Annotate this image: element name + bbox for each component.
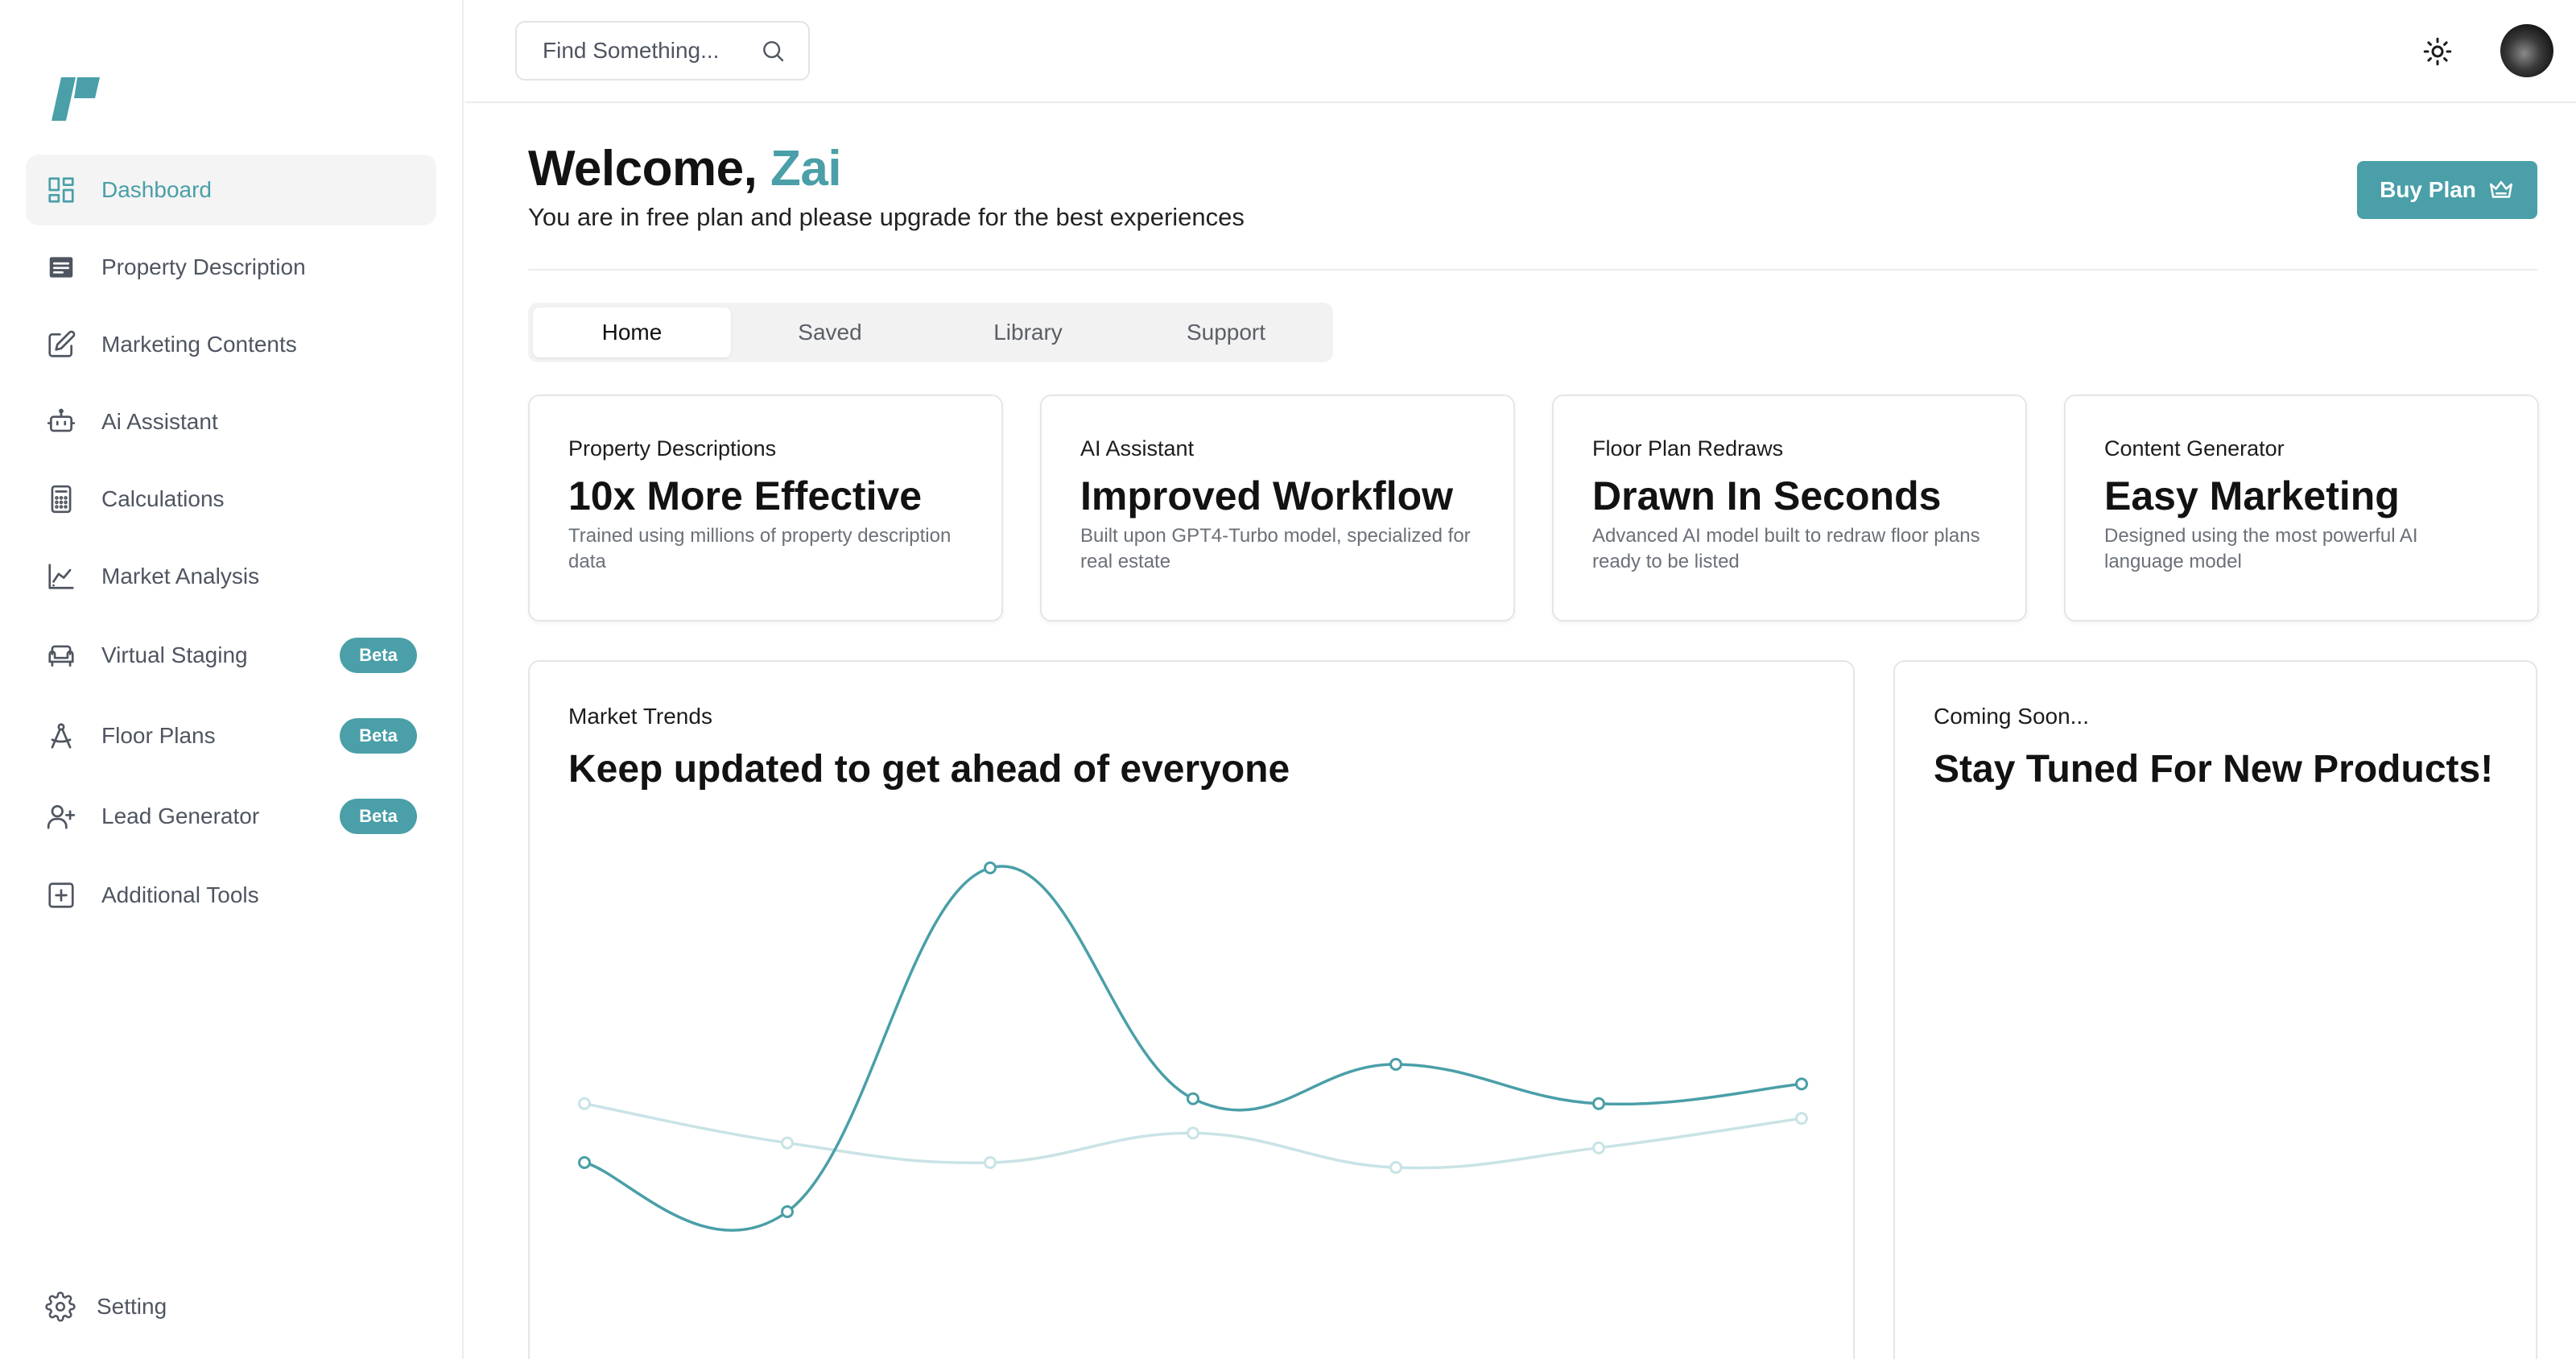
coming-label: Coming Soon... (1934, 704, 2089, 729)
data-point-s1-1[interactable] (781, 1136, 794, 1150)
data-point-s1-5[interactable] (1592, 1141, 1605, 1155)
series-line-0 (584, 865, 1802, 1232)
data-point-s1-2[interactable] (984, 1156, 997, 1169)
data-point-s1-4[interactable] (1389, 1161, 1402, 1175)
data-point-s0-5[interactable] (1592, 1097, 1605, 1110)
data-point-s0-0[interactable] (578, 1156, 591, 1169)
data-point-s1-0[interactable] (578, 1097, 591, 1110)
coming-title: Stay Tuned For New Products! (1934, 748, 2494, 791)
data-point-s0-4[interactable] (1389, 1058, 1402, 1071)
data-point-s1-3[interactable] (1187, 1126, 1199, 1140)
data-point-s0-6[interactable] (1795, 1077, 1808, 1091)
data-point-s0-2[interactable] (984, 861, 997, 874)
data-point-s1-6[interactable] (1795, 1112, 1808, 1126)
app-root: Dashboard Property Description Marketing C… (0, 0, 2576, 1359)
coming-soon-panel: Coming Soon... Stay Tuned For New Produc… (1893, 660, 2537, 1359)
data-point-s0-3[interactable] (1187, 1092, 1199, 1105)
data-point-s0-1[interactable] (781, 1205, 794, 1218)
